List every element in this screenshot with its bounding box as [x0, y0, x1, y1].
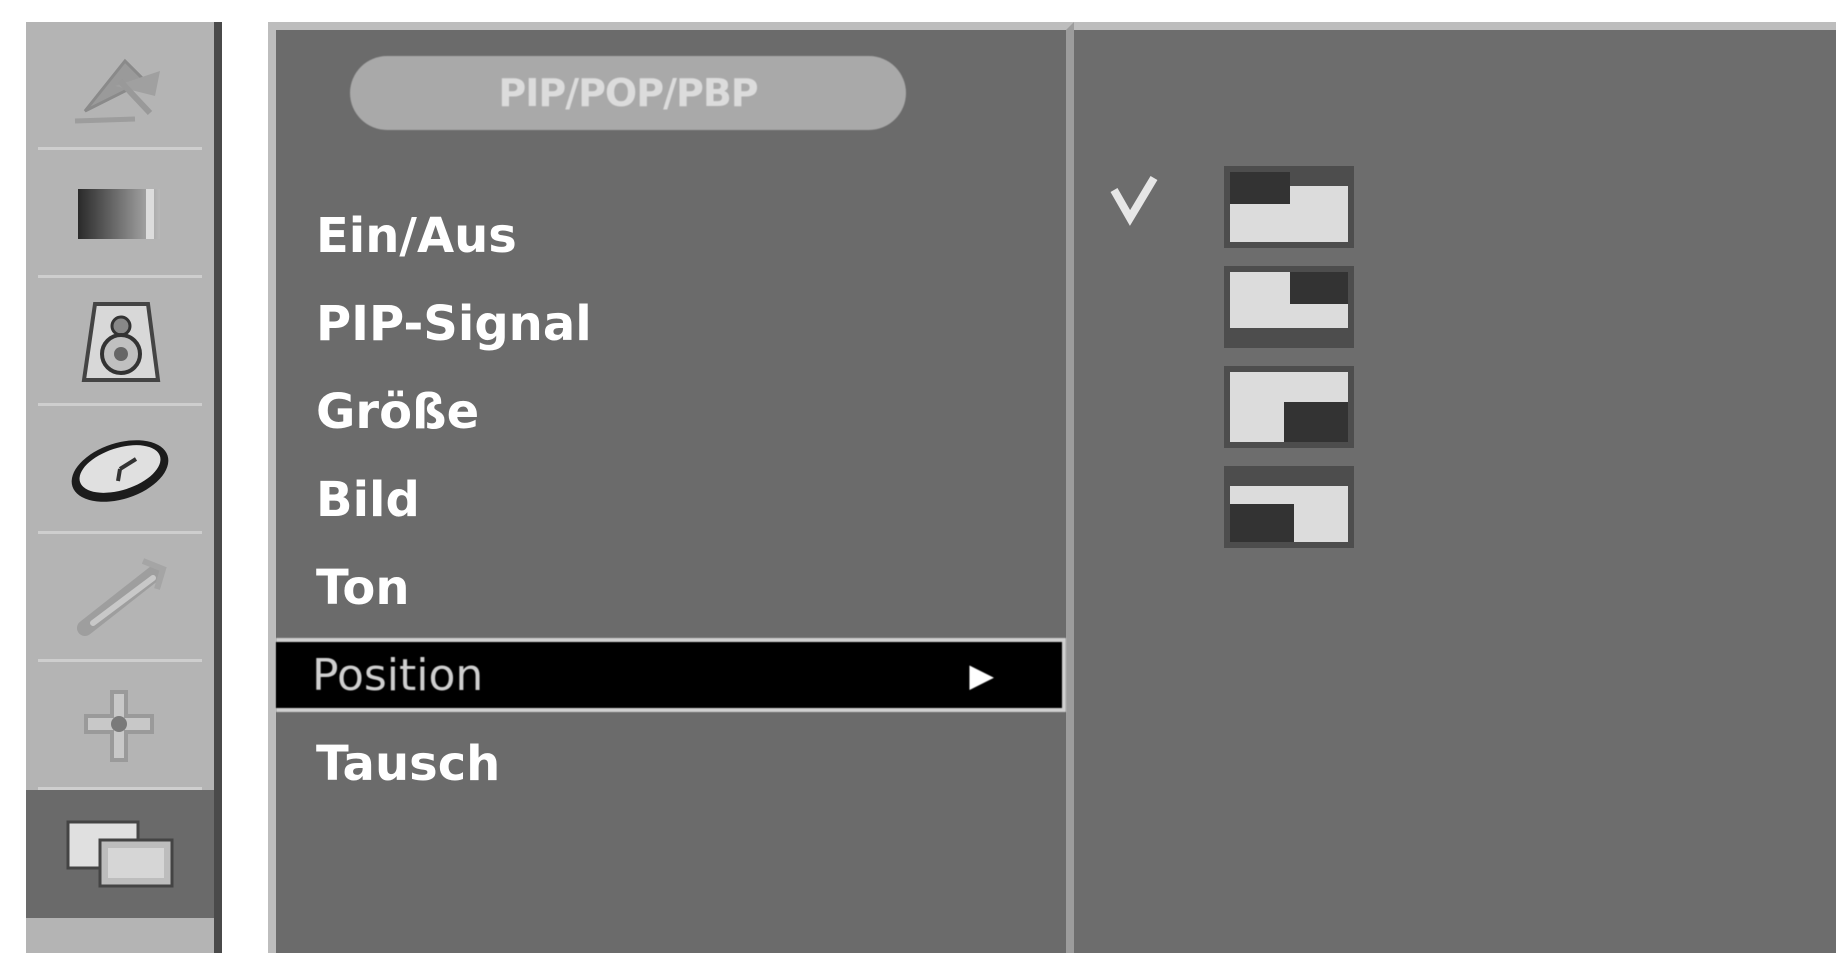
position-option-top-left[interactable] — [1224, 466, 1354, 548]
arrow-right-icon: ▶ — [969, 656, 994, 694]
clock-icon — [60, 425, 180, 515]
menu-item-label: Ton — [316, 560, 410, 616]
menu-item-sound[interactable]: Ton — [276, 544, 1066, 632]
satellite-dish-icon — [65, 41, 175, 131]
sidebar-item-setup[interactable] — [26, 534, 214, 662]
menu-item-position[interactable]: Position ▶ — [276, 638, 1066, 712]
speaker-icon — [70, 292, 170, 392]
pip-position-top-left-icon — [1224, 466, 1354, 548]
menu-list: Ein/Aus PIP-Signal Größe Bild Ton Positi… — [276, 192, 1066, 808]
menu-item-label: Ein/Aus — [316, 208, 517, 264]
sidebar-item-pip[interactable] — [26, 790, 214, 918]
menu-item-label: Position — [312, 649, 484, 701]
pip-position-top-right-icon — [1224, 166, 1354, 248]
sidebar-item-option[interactable] — [26, 662, 214, 790]
menu-item-label: Tausch — [316, 736, 501, 792]
pip-screens-icon — [60, 814, 180, 894]
joystick-icon — [70, 676, 170, 776]
check-mark-icon — [1110, 175, 1158, 226]
menu-item-pip-signal[interactable]: PIP-Signal — [276, 280, 1066, 368]
pip-position-bottom-left-icon — [1224, 366, 1354, 448]
pip-position-bottom-right-icon — [1224, 266, 1354, 348]
sidebar-item-station[interactable] — [26, 22, 214, 150]
position-option-top-right[interactable] — [1224, 166, 1354, 248]
picture-icon — [70, 179, 170, 249]
position-option-bottom-right[interactable] — [1224, 266, 1354, 348]
tv-osd-screen: PIP/POP/PBP Ein/Aus PIP-Signal Größe Bil… — [0, 0, 1836, 953]
wrench-icon — [65, 553, 175, 643]
menu-item-on-off[interactable]: Ein/Aus — [276, 192, 1066, 280]
menu-title: PIP/POP/PBP — [350, 56, 906, 130]
sidebar-item-time[interactable] — [26, 406, 214, 534]
menu-item-swap[interactable]: Tausch — [276, 720, 1066, 808]
menu-item-label: Größe — [316, 384, 480, 440]
pip-menu-panel: PIP/POP/PBP Ein/Aus PIP-Signal Größe Bil… — [268, 22, 1074, 953]
position-submenu-panel — [1074, 22, 1836, 953]
menu-item-label: Bild — [316, 472, 420, 528]
menu-item-label: PIP-Signal — [316, 296, 592, 352]
position-option-bottom-left[interactable] — [1224, 366, 1354, 448]
menu-item-picture[interactable]: Bild — [276, 456, 1066, 544]
menu-item-size[interactable]: Größe — [276, 368, 1066, 456]
sidebar-item-picture[interactable] — [26, 150, 214, 278]
sidebar-item-sound[interactable] — [26, 278, 214, 406]
sidebar — [26, 22, 222, 953]
